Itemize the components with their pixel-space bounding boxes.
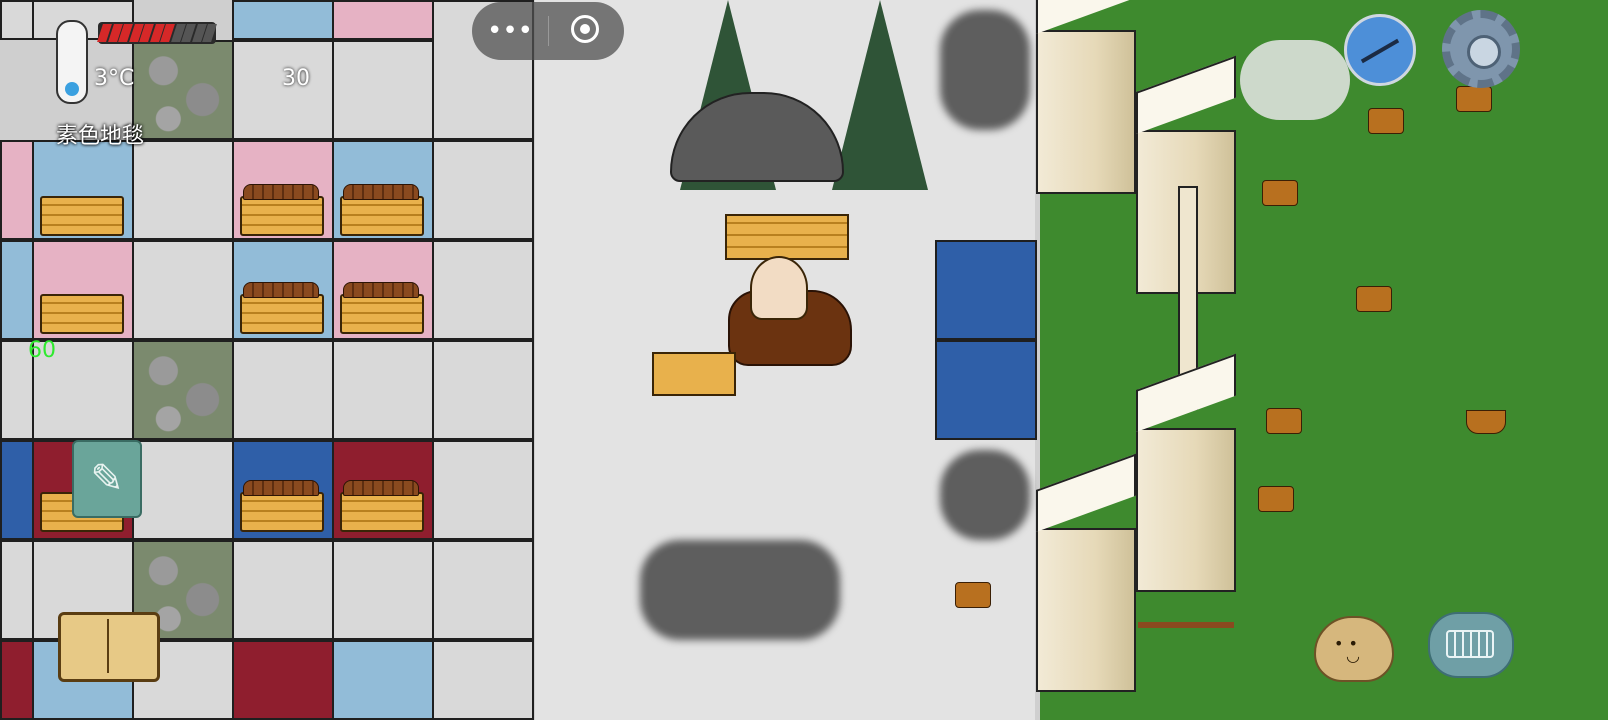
keyboard-button[interactable]: [1428, 612, 1514, 678]
recipe-book-icon[interactable]: [58, 612, 160, 682]
keyboard-icon: [1446, 630, 1494, 658]
close-target-icon[interactable]: [549, 2, 624, 60]
compass-icon[interactable]: [1344, 14, 1416, 86]
food-value: 30: [282, 66, 310, 91]
settings-gear-icon[interactable]: [1442, 10, 1520, 88]
hud-overlay: 3°C 30 素色地毯 60 ••• ✎: [0, 0, 1608, 720]
mini-program-capsule: •••: [472, 2, 624, 60]
pen-note-icon[interactable]: ✎: [72, 440, 142, 518]
thermometer-icon: [56, 20, 88, 104]
emote-face-icon[interactable]: [1314, 616, 1394, 682]
more-icon[interactable]: •••: [472, 2, 548, 60]
held-item-name: 素色地毯: [56, 124, 145, 149]
age-counter: 60: [28, 338, 56, 363]
food-bar-icon: [97, 22, 217, 44]
temperature-readout: 3°C: [94, 66, 135, 91]
